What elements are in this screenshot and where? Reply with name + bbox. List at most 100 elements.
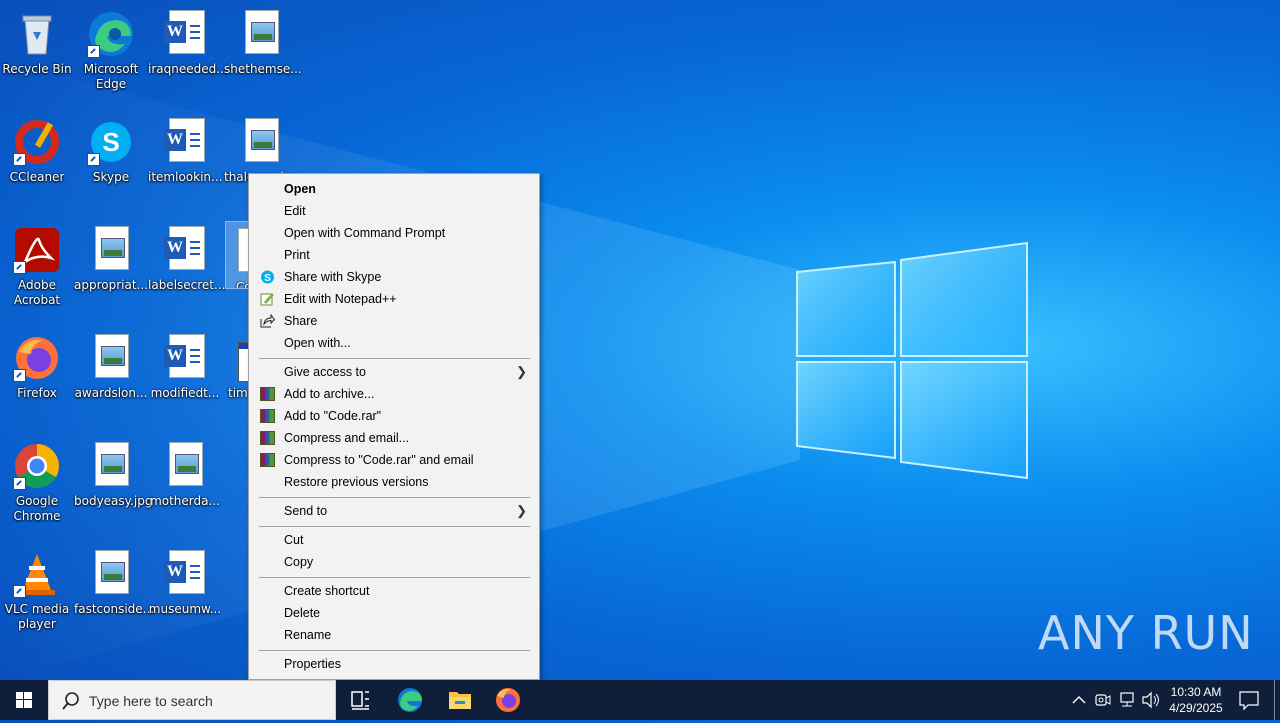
menu-item-create-shortcut[interactable]: Create shortcut [251, 580, 537, 602]
show-hidden-icons-button[interactable] [1068, 680, 1090, 720]
menu-item-label: Rename [284, 628, 332, 642]
desktop-icon-label: awardslon... [74, 386, 148, 400]
taskbar: Type here to search 10:30 AM 4/29/2025 [0, 680, 1280, 720]
desktop-icon-image-file[interactable]: appropriat... [74, 220, 148, 320]
menu-item-add-to-archive[interactable]: Add to archive... [251, 383, 537, 405]
desktop-icon-word-file[interactable]: W labelsecret... [148, 220, 225, 320]
menu-item-give-access-to[interactable]: Give access to ❯ [251, 361, 537, 383]
menu-item-share[interactable]: Share [251, 310, 537, 332]
menu-separator [259, 526, 530, 527]
adobe-acrobat-icon [13, 226, 61, 274]
menu-item-properties[interactable]: Properties [251, 653, 537, 675]
shortcut-arrow-icon [87, 153, 100, 166]
desktop-icon-adobe-acrobat[interactable]: Adobe Acrobat [0, 220, 74, 320]
desktop-icon-recycle-bin[interactable]: Recycle Bin [0, 4, 74, 104]
menu-item-open-with[interactable]: Open with... [251, 332, 537, 354]
menu-item-label: Copy [284, 555, 314, 569]
camera-icon [1095, 694, 1111, 706]
desktop-icon-vlc[interactable]: VLC media player [0, 544, 74, 644]
action-center-button[interactable] [1234, 680, 1264, 720]
menu-item-label: Print [284, 248, 310, 262]
shortcut-arrow-icon [13, 369, 26, 382]
clock-time: 10:30 AM [1170, 685, 1222, 699]
menu-item-print[interactable]: Print [251, 244, 537, 266]
menu-item-cut[interactable]: Cut [251, 529, 537, 551]
menu-item-edit-with-notepad-plus-plus[interactable]: Edit with Notepad++ [251, 288, 537, 310]
desktop-icon-label: iraqneeded... [148, 62, 228, 76]
menu-item-compress-to-code-rar-and-email[interactable]: Compress to "Code.rar" and email [251, 449, 537, 471]
menu-separator [259, 358, 530, 359]
word-document-icon: W [161, 550, 209, 598]
desktop-icon-image-file[interactable]: motherda... [148, 436, 222, 536]
winrar-icon [260, 431, 275, 445]
menu-item-label: Share with Skype [284, 270, 382, 284]
desktop-icon-label: bodyeasy.jpg [74, 494, 153, 508]
start-button[interactable] [0, 680, 48, 720]
image-file-icon [161, 442, 209, 490]
context-menu: Open Edit Open with Command Prompt Print… [248, 173, 540, 680]
taskbar-search-box[interactable]: Type here to search [48, 680, 336, 720]
image-file-icon [87, 226, 135, 274]
desktop-icon-google-chrome[interactable]: Google Chrome [0, 436, 74, 536]
taskbar-firefox-button[interactable] [484, 680, 532, 720]
desktop-icon-label: museumw... [148, 602, 222, 616]
desktop-icon-label: shethemse... [224, 62, 302, 76]
skype-icon: S [261, 270, 274, 284]
menu-item-label: Create shortcut [284, 584, 370, 598]
menu-item-label: Edit [284, 204, 306, 218]
taskbar-file-explorer-button[interactable] [436, 680, 484, 720]
desktop-icon-ccleaner[interactable]: CCleaner [0, 112, 74, 212]
menu-item-restore-previous-versions[interactable]: Restore previous versions [251, 471, 537, 493]
image-file-icon [237, 118, 285, 166]
taskbar-clock[interactable]: 10:30 AM 4/29/2025 [1160, 680, 1232, 720]
word-document-icon: W [161, 334, 209, 382]
desktop-icon-firefox[interactable]: Firefox [0, 328, 74, 428]
desktop-icon-image-file[interactable]: awardslon... [74, 328, 148, 428]
desktop-icon-label: Skype [92, 170, 130, 184]
desktop-icon-microsoft-edge[interactable]: Microsoft Edge [74, 4, 148, 104]
taskbar-edge-button[interactable] [386, 680, 434, 720]
task-view-button[interactable] [336, 680, 384, 720]
search-icon [62, 692, 79, 710]
menu-item-share-with-skype[interactable]: S Share with Skype [251, 266, 537, 288]
desktop-icon-label: fastconside... [74, 602, 155, 616]
desktop-icon-partial[interactable]: tim [222, 328, 248, 428]
tray-network[interactable] [1116, 680, 1138, 720]
menu-item-delete[interactable]: Delete [251, 602, 537, 624]
ccleaner-icon [13, 118, 61, 166]
menu-item-label: Properties [284, 657, 341, 671]
notepad-plus-plus-icon [260, 293, 274, 306]
menu-item-open-with-command-prompt[interactable]: Open with Command Prompt [251, 222, 537, 244]
recycle-bin-icon [13, 10, 61, 58]
desktop-icon-image-file[interactable]: fastconside... [74, 544, 155, 644]
menu-item-compress-and-email[interactable]: Compress and email... [251, 427, 537, 449]
show-desktop-divider[interactable] [1274, 680, 1275, 720]
menu-item-label: Open [284, 182, 316, 196]
search-placeholder: Type here to search [89, 693, 213, 709]
image-file-icon [87, 442, 135, 490]
desktop-icon-label: itemlookin... [148, 170, 223, 184]
desktop-icon-label: Firefox [17, 386, 57, 400]
desktop-icon-skype[interactable]: S Skype [74, 112, 148, 212]
menu-item-label: Add to "Code.rar" [284, 409, 382, 423]
windows-logo-icon [16, 692, 32, 708]
svg-text:S: S [264, 273, 271, 284]
tray-meet-now[interactable] [1092, 680, 1114, 720]
firefox-icon [496, 688, 520, 712]
menu-item-open[interactable]: Open [251, 178, 537, 200]
menu-item-add-to-code-rar[interactable]: Add to "Code.rar" [251, 405, 537, 427]
menu-item-copy[interactable]: Copy [251, 551, 537, 573]
desktop-icon-word-file[interactable]: W museumw... [148, 544, 222, 644]
desktop-icon-word-file[interactable]: W modifiedt... [148, 328, 222, 428]
menu-item-rename[interactable]: Rename [251, 624, 537, 646]
menu-item-edit[interactable]: Edit [251, 200, 537, 222]
desktop-icon-word-file[interactable]: W itemlookin... [148, 112, 222, 212]
desktop-icon-image-file[interactable]: bodyeasy.jpg [74, 436, 153, 536]
shortcut-arrow-icon [13, 261, 26, 274]
menu-item-send-to[interactable]: Send to ❯ [251, 500, 537, 522]
edge-icon [87, 10, 135, 58]
menu-item-label: Send to [284, 504, 328, 518]
tray-volume[interactable] [1140, 680, 1162, 720]
desktop-icon-word-file[interactable]: W iraqneeded... [148, 4, 228, 104]
desktop-icon-image-file[interactable]: shethemse... [224, 4, 302, 104]
